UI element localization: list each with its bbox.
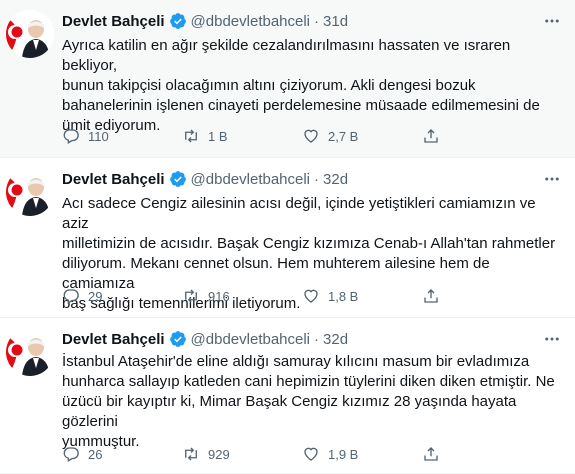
verified-badge-icon (169, 171, 186, 187)
share-icon (424, 129, 438, 143)
separator-dot: · (314, 12, 320, 30)
tweet-header: Devlet Bahçeli @dbdevletbahceli · 32d (62, 168, 348, 190)
timestamp[interactable]: 32d (323, 331, 348, 348)
separator-dot: · (314, 170, 320, 188)
retweet-count: 916 (208, 288, 230, 304)
like-button[interactable]: 1,9 B (302, 445, 422, 463)
like-count: 1,9 B (328, 446, 359, 462)
share-icon (424, 289, 438, 303)
like-button[interactable]: 1,8 B (302, 287, 422, 305)
like-count: 1,8 B (328, 288, 359, 304)
tweet-header: Devlet Bahçeli @dbdevletbahceli · 32d (62, 328, 348, 350)
heart-icon (304, 447, 318, 461)
reply-button[interactable]: 110 (62, 127, 182, 145)
reply-icon (63, 129, 79, 144)
tweet-text: Ayrıca katilin en ağır şekilde cezalandı… (62, 37, 540, 134)
tweet-actions: 110 1 B 2,7 B (62, 126, 562, 146)
heart-icon (304, 129, 318, 143)
reply-count: 110 (88, 128, 109, 144)
tweet[interactable]: Devlet Bahçeli @dbdevletbahceli · 32d İs… (0, 318, 575, 474)
tweet[interactable]: Devlet Bahçeli @dbdevletbahceli · 32d Ac… (0, 158, 575, 318)
reply-icon (63, 447, 79, 462)
more-dots-icon[interactable] (543, 170, 561, 188)
tweet-actions: 26 929 1,9 B (62, 444, 562, 464)
retweet-count: 929 (208, 446, 230, 462)
retweet-button[interactable]: 916 (182, 287, 302, 305)
avatar-image (6, 168, 54, 216)
reply-icon (63, 289, 79, 304)
author-handle[interactable]: @dbdevletbahceli (191, 171, 310, 188)
tweet-actions: 29 916 1,8 B (62, 286, 562, 306)
retweet-icon (185, 447, 197, 461)
avatar-image (6, 10, 54, 58)
author-name[interactable]: Devlet Bahçeli (62, 171, 165, 188)
tweet-header: Devlet Bahçeli @dbdevletbahceli · 31d (62, 10, 348, 32)
share-button[interactable] (422, 127, 446, 145)
timestamp[interactable]: 31d (323, 13, 348, 30)
avatar[interactable] (6, 10, 54, 58)
reply-button[interactable]: 29 (62, 287, 182, 305)
retweet-button[interactable]: 1 B (182, 127, 302, 145)
share-button[interactable] (422, 287, 446, 305)
timestamp[interactable]: 32d (323, 171, 348, 188)
separator-dot: · (314, 330, 320, 348)
more-dots-icon[interactable] (543, 12, 561, 30)
more-dots-icon[interactable] (543, 330, 561, 348)
tweet[interactable]: Devlet Bahçeli @dbdevletbahceli · 31d Ay… (0, 0, 575, 158)
heart-icon (304, 289, 318, 303)
retweet-icon (185, 129, 197, 143)
tweet-text: İstanbul Ataşehir'de eline aldığı samura… (62, 353, 555, 450)
retweet-button[interactable]: 929 (182, 445, 302, 463)
retweet-icon (185, 289, 197, 303)
reply-count: 26 (88, 446, 103, 462)
avatar[interactable] (6, 168, 54, 216)
reply-button[interactable]: 26 (62, 445, 182, 463)
share-icon (424, 447, 438, 461)
verified-badge-icon (169, 13, 186, 29)
avatar[interactable] (6, 328, 54, 376)
reply-count: 29 (88, 288, 103, 304)
avatar-image (6, 328, 54, 376)
like-button[interactable]: 2,7 B (302, 127, 422, 145)
author-handle[interactable]: @dbdevletbahceli (191, 331, 310, 348)
like-count: 2,7 B (328, 128, 359, 144)
author-name[interactable]: Devlet Bahçeli (62, 13, 165, 30)
verified-badge-icon (169, 331, 186, 347)
author-name[interactable]: Devlet Bahçeli (62, 331, 165, 348)
author-handle[interactable]: @dbdevletbahceli (191, 13, 310, 30)
share-button[interactable] (422, 445, 446, 463)
retweet-count: 1 B (208, 128, 228, 144)
